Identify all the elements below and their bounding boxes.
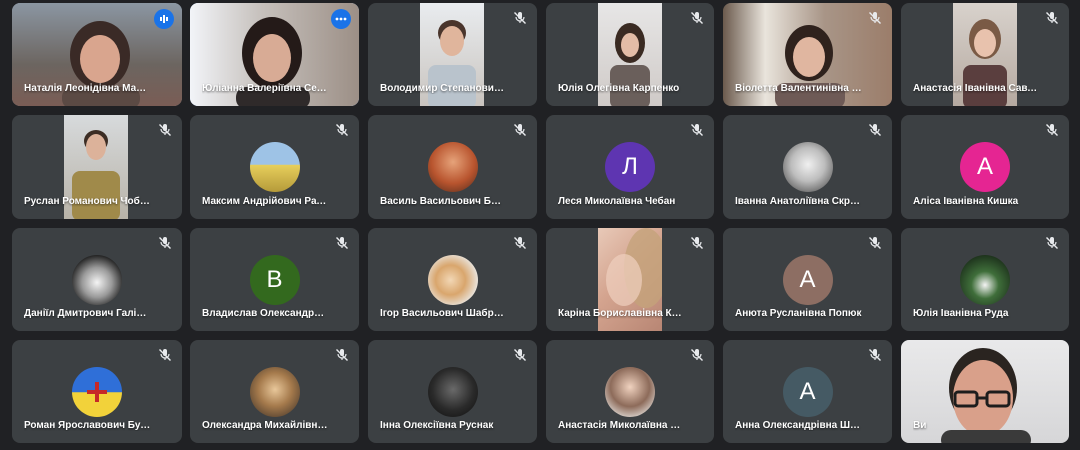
participant-tile[interactable]: Юлія Олегівна Карпенко <box>546 3 714 106</box>
participant-name: Ігор Васильович Шабранюк <box>380 308 507 319</box>
participant-tile[interactable]: Каріна Бориславівна Китайгор… <box>546 228 714 331</box>
participant-name: Владислав Олександрович Бан… <box>202 308 329 319</box>
participant-tile[interactable]: А Анюта Русланівна Попюк <box>723 228 892 331</box>
participant-name: Ви <box>913 420 927 431</box>
participant-name: Каріна Бориславівна Китайгор… <box>558 308 684 319</box>
participant-name: Аліса Іванівна Кишка <box>913 196 1019 207</box>
participant-name: Анна Олександрівна Штирбу <box>735 420 862 431</box>
avatar: А <box>960 142 1010 192</box>
participant-name: Володимир Степанович Одочук <box>380 83 507 94</box>
participant-grid: Наталія Леонідівна Марусяк Юліанна Валер… <box>0 0 1080 450</box>
avatar: А <box>782 254 833 305</box>
participant-name: Юліанна Валеріївна Семенюк <box>202 83 329 94</box>
participant-tile[interactable]: Юлія Іванівна Руда <box>901 228 1069 331</box>
participant-name: Даніїл Дмитрович Галіщук <box>24 308 152 319</box>
participant-tile[interactable]: В Владислав Олександрович Бан… <box>190 228 359 331</box>
mic-off-icon <box>159 349 171 361</box>
avatar <box>782 142 833 192</box>
avatar <box>427 366 478 417</box>
mic-off-icon <box>336 349 348 361</box>
avatar <box>249 142 300 192</box>
mic-off-icon <box>336 124 348 136</box>
avatar <box>960 254 1010 305</box>
participant-tile[interactable]: Василь Васильович Богданюк <box>368 115 537 219</box>
participant-tile[interactable]: Олександра Михайлівна Брату… <box>190 340 359 443</box>
participant-name: Віолетта Валентинівна Штирбу <box>735 83 862 94</box>
avatar <box>72 254 122 305</box>
mic-off-icon <box>514 237 526 249</box>
mic-off-icon <box>514 349 526 361</box>
participant-name: Інна Олексіївна Руснак <box>380 420 494 431</box>
participant-tile[interactable]: Руслан Романович Чоботару <box>12 115 182 219</box>
participant-name: Іванна Анатоліївна Скрипник <box>735 196 862 207</box>
participant-tile[interactable]: Інна Олексіївна Руснак <box>368 340 537 443</box>
participant-name: Леся Миколаївна Чебан <box>558 196 676 207</box>
mic-off-icon <box>691 124 703 136</box>
participant-tile[interactable]: Іванна Анатоліївна Скрипник <box>723 115 892 219</box>
mic-off-icon <box>869 12 881 24</box>
avatar <box>249 366 300 417</box>
avatar <box>72 366 122 417</box>
avatar <box>427 142 478 192</box>
participant-name: Анюта Русланівна Попюк <box>735 308 862 319</box>
participant-tile[interactable]: Максим Андрійович Рачинський <box>190 115 359 219</box>
participant-tile[interactable]: Даніїл Дмитрович Галіщук <box>12 228 182 331</box>
mic-off-icon <box>514 12 526 24</box>
mic-off-icon <box>869 237 881 249</box>
participant-name: Юлія Олегівна Карпенко <box>558 83 680 94</box>
participant-tile[interactable]: Анастасія Миколаївна Голковсь… <box>546 340 714 443</box>
mic-off-icon <box>336 237 348 249</box>
participant-name: Роман Ярославович Бурназа <box>24 420 152 431</box>
avatar: В <box>249 254 300 305</box>
avatar: А <box>782 366 833 417</box>
participant-tile[interactable]: Роман Ярославович Бурназа <box>12 340 182 443</box>
participant-tile[interactable]: А Анна Олександрівна Штирбу <box>723 340 892 443</box>
mic-off-icon <box>1046 12 1058 24</box>
participant-name: Анастасія Миколаївна Голковсь… <box>558 420 684 431</box>
participant-name: Юлія Іванівна Руда <box>913 308 1009 319</box>
participant-name: Руслан Романович Чоботару <box>24 196 152 207</box>
mic-off-icon <box>869 124 881 136</box>
participant-tile[interactable]: Володимир Степанович Одочук <box>368 3 537 106</box>
mic-off-icon <box>1046 124 1058 136</box>
mic-off-icon <box>159 237 171 249</box>
participant-tile[interactable]: Анастасія Іванівна Савчук <box>901 3 1069 106</box>
participant-tile[interactable]: Віолетта Валентинівна Штирбу <box>723 3 892 106</box>
avatar <box>605 366 655 417</box>
mic-off-icon <box>869 349 881 361</box>
mic-off-icon <box>691 237 703 249</box>
mic-off-icon <box>691 12 703 24</box>
avatar <box>427 254 478 305</box>
participant-tile[interactable]: А Аліса Іванівна Кишка <box>901 115 1069 219</box>
participant-tile[interactable]: Юліанна Валеріївна Семенюк <box>190 3 359 106</box>
mic-off-icon <box>159 124 171 136</box>
participant-name: Максим Андрійович Рачинський <box>202 196 329 207</box>
audio-active-icon <box>154 9 174 29</box>
more-options-icon[interactable] <box>331 9 351 29</box>
self-view-tile[interactable]: Ви <box>901 340 1069 443</box>
participant-tile[interactable]: Наталія Леонідівна Марусяк <box>12 3 182 106</box>
participant-tile[interactable]: Л Леся Миколаївна Чебан <box>546 115 714 219</box>
mic-off-icon <box>1046 237 1058 249</box>
avatar: Л <box>605 142 655 192</box>
mic-off-icon <box>691 349 703 361</box>
mic-off-icon <box>514 124 526 136</box>
participant-name: Василь Васильович Богданюк <box>380 196 507 207</box>
participant-name: Наталія Леонідівна Марусяк <box>24 83 152 94</box>
participant-tile[interactable]: Ігор Васильович Шабранюк <box>368 228 537 331</box>
participant-name: Анастасія Іванівна Савчук <box>913 83 1039 94</box>
participant-name: Олександра Михайлівна Брату… <box>202 420 329 431</box>
